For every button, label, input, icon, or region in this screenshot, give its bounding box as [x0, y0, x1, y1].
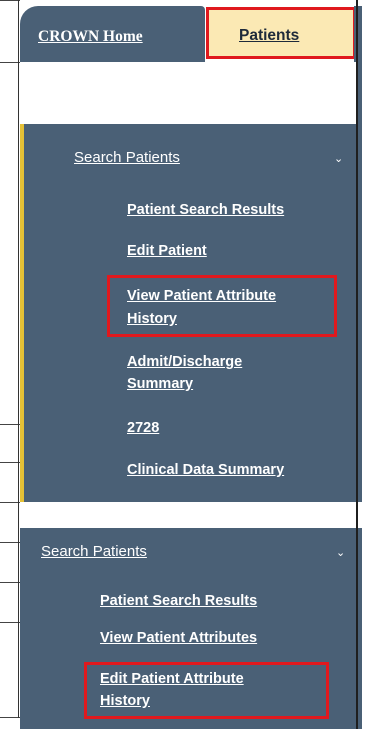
tab-patients[interactable]: Patients	[206, 7, 356, 59]
section-heading-search-patients[interactable]: Search Patients	[41, 543, 147, 560]
table-rule	[0, 622, 20, 623]
table-rule	[0, 424, 20, 425]
tab-crown-home-label: CROWN Home	[38, 28, 143, 45]
navigation-panel: CROWN Home Patients Search Patients ⌄ Pa…	[20, 0, 362, 729]
table-rule	[0, 502, 20, 503]
table-rule	[0, 582, 20, 583]
nav-section-lower: Search Patients ⌄ Patient Search Results…	[20, 528, 362, 729]
table-rule	[0, 542, 20, 543]
nav-item-patient-search-results[interactable]: Patient Search Results	[127, 200, 284, 221]
chevron-down-icon[interactable]: ⌄	[334, 152, 343, 165]
nav-item-2728[interactable]: 2728	[127, 418, 159, 439]
table-rule	[0, 717, 20, 718]
spacer	[20, 502, 362, 528]
table-rule	[0, 0, 20, 1]
document-margin	[0, 0, 20, 729]
nav-item-edit-patient-attribute-history[interactable]: Edit Patient Attribute	[100, 669, 244, 690]
section-heading-search-patients[interactable]: Search Patients	[74, 149, 180, 166]
spacer	[20, 62, 362, 124]
panel-border	[356, 0, 358, 729]
nav-item-patient-search-results[interactable]: Patient Search Results	[100, 591, 257, 612]
chevron-down-icon[interactable]: ⌄	[336, 546, 345, 559]
nav-item-view-patient-attributes[interactable]: View Patient Attributes	[100, 628, 257, 649]
table-rule	[0, 462, 20, 463]
nav-item-view-patient-attribute-history-line2[interactable]: History	[127, 309, 177, 330]
nav-item-clinical-data-summary[interactable]: Clinical Data Summary	[127, 460, 284, 481]
nav-item-edit-patient-attribute-history-line2[interactable]: History	[100, 691, 150, 712]
table-border	[18, 0, 19, 718]
tab-bar: CROWN Home Patients	[20, 0, 362, 62]
nav-item-admit-discharge-summary-line2[interactable]: Summary	[127, 374, 193, 395]
table-rule	[0, 62, 20, 63]
nav-section-upper: Search Patients ⌄ Patient Search Results…	[20, 124, 362, 502]
nav-item-edit-patient[interactable]: Edit Patient	[127, 241, 207, 262]
nav-item-view-patient-attribute-history[interactable]: View Patient Attribute	[127, 286, 276, 307]
tab-patients-label: Patients	[239, 27, 300, 44]
nav-item-admit-discharge-summary[interactable]: Admit/Discharge	[127, 352, 242, 373]
tab-crown-home[interactable]: CROWN Home	[20, 6, 205, 62]
active-accent-bar	[20, 124, 24, 502]
